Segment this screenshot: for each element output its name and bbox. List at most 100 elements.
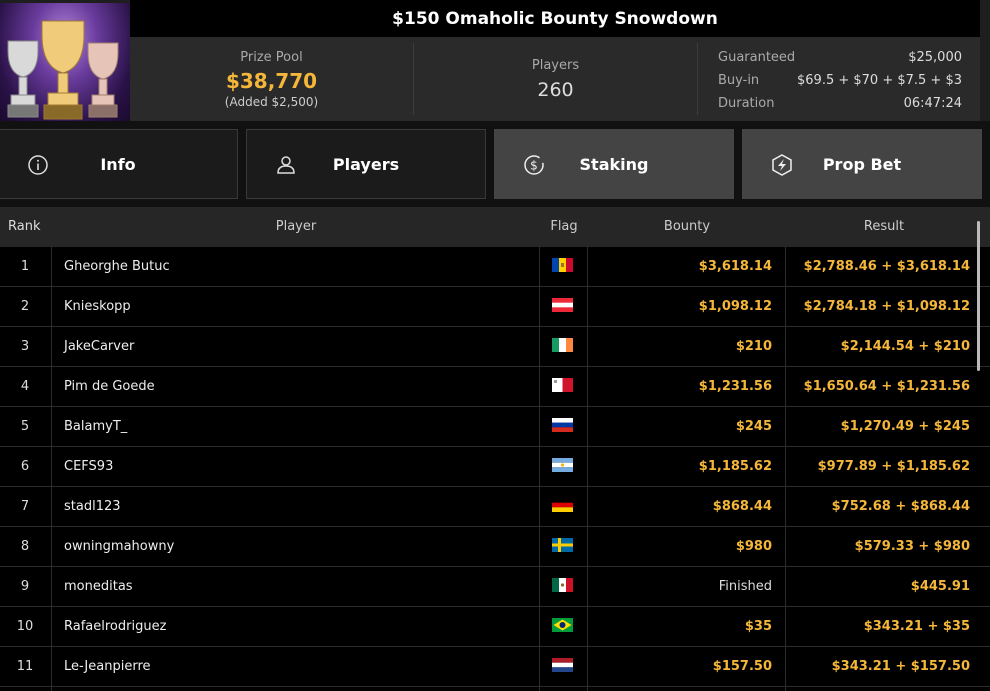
results-table: Rank Player Flag Bounty Result 1 Gheorghe… (0, 207, 990, 691)
player-name[interactable]: Rafaelrodriguez (64, 607, 534, 647)
flag-cell (540, 367, 585, 407)
table-row[interactable]: 2 Knieskopp $1,098.12 $2,784.18 + $1,098.12 (0, 287, 990, 327)
result-cell: $445.91 (910, 579, 970, 594)
detail-guaranteed: Guaranteed $25,000 (718, 50, 962, 65)
bounty-cell: $157.50 (712, 659, 772, 674)
detail-buy-in: Buy-in $69.5 + $70 + $7.5 + $3 (718, 73, 962, 88)
table-row[interactable]: 9 moneditas Finished $445.91 (0, 567, 990, 607)
rank-cell: 1 (20, 259, 30, 274)
info-strip: Prize Pool $38,770 (Added $2,500) Player… (130, 37, 980, 121)
player-name[interactable]: Pim de Goede (64, 367, 534, 407)
flag-cell (540, 407, 585, 447)
column-divider (539, 247, 540, 691)
sweden-flag-icon (552, 538, 573, 552)
player-name[interactable]: Knieskopp (64, 287, 534, 327)
column-divider (51, 247, 52, 691)
column-header-result[interactable]: Result (786, 207, 982, 247)
column-header-bounty[interactable]: Bounty (588, 207, 786, 247)
svg-text:$: $ (530, 159, 538, 173)
prize-pool: Prize Pool $38,770 (Added $2,500) (130, 37, 413, 121)
flag-cell (540, 247, 585, 287)
bounty-cell: $245 (735, 419, 772, 434)
players-value: 260 (537, 78, 574, 101)
bounty-cell: $980 (735, 539, 772, 554)
flag-cell (540, 527, 585, 567)
bounty-cell: $35 (744, 619, 772, 634)
column-divider (785, 247, 786, 691)
rank-cell: 11 (16, 659, 34, 674)
flag-cell (540, 647, 585, 687)
prop-bet-icon (772, 154, 792, 176)
bounty-cell: Finished (718, 579, 772, 594)
tab-players[interactable]: Players (246, 129, 486, 199)
trophy-image (0, 3, 130, 121)
table-row[interactable]: 6 CEFS93 $1,185.62 $977.89 + $1,185.62 (0, 447, 990, 487)
result-cell: $1,650.64 + $1,231.56 (803, 379, 970, 394)
tab-staking[interactable]: $ Staking (494, 129, 734, 199)
result-cell: $343.21 + $35 (863, 619, 970, 634)
flag-cell (540, 567, 585, 607)
result-cell: $2,144.54 + $210 (840, 339, 970, 354)
rank-cell: 8 (20, 539, 30, 554)
rank-cell: 7 (20, 499, 30, 514)
flag-cell (540, 487, 585, 527)
divider (697, 43, 698, 115)
info-icon (28, 155, 48, 175)
table-row[interactable]: 11 Le-Jeanpierre $157.50 $343.21 + $157.50 (0, 647, 990, 687)
table-row[interactable]: 10 Rafaelrodriguez $35 $343.21 + $35 (0, 607, 990, 647)
tab-info[interactable]: Info (0, 129, 238, 199)
rank-cell: 10 (16, 619, 34, 634)
player-name[interactable]: CEFS93 (64, 447, 534, 487)
table-row[interactable]: 4 Pim de Goede $1,231.56 $1,650.64 + $1,231… (0, 367, 990, 407)
tab-prop-bet[interactable]: Prop Bet (742, 129, 982, 199)
column-header-flag[interactable]: Flag (540, 207, 588, 247)
table-row[interactable]: 1 Gheorghe Butuc $3,618.14 $2,788.46 + $3,6… (0, 247, 990, 287)
rank-cell: 5 (20, 419, 30, 434)
result-cell: $579.33 + $980 (854, 539, 970, 554)
player-name[interactable]: stadl123 (64, 487, 534, 527)
table-row[interactable]: 8 owningmahowny $980 $579.33 + $980 (0, 527, 990, 567)
malta-flag-icon (552, 378, 573, 392)
column-divider (587, 247, 588, 691)
moldova-flag-icon (552, 258, 573, 272)
russia-flag-icon (552, 418, 573, 432)
table-row[interactable]: 5 BalamyT_ $245 $1,270.49 + $245 (0, 407, 990, 447)
prize-pool-label: Prize Pool (240, 49, 303, 65)
rank-cell: 4 (20, 379, 30, 394)
column-header-rank[interactable]: Rank (0, 207, 58, 247)
scrollbar-thumb[interactable] (977, 221, 980, 371)
rank-cell: 2 (20, 299, 30, 314)
player-name[interactable]: Le-Jeanpierre (64, 647, 534, 687)
rank-cell: 3 (20, 339, 30, 354)
player-name[interactable]: owningmahowny (64, 527, 534, 567)
prize-pool-value: $38,770 (225, 68, 318, 93)
result-cell: $752.68 + $868.44 (831, 499, 970, 514)
argentina-flag-icon (552, 458, 573, 472)
ireland-flag-icon (552, 338, 573, 352)
result-cell: $1,270.49 + $245 (840, 419, 970, 434)
player-name[interactable]: BalamyT_ (64, 407, 534, 447)
flag-cell (540, 447, 585, 487)
tournament-details: Guaranteed $25,000 Buy-in $69.5 + $70 + … (718, 46, 962, 115)
detail-duration: Duration 06:47:24 (718, 96, 962, 111)
mexico-flag-icon (552, 578, 573, 592)
rank-cell: 6 (20, 459, 30, 474)
prize-pool-added: (Added $2,500) (224, 94, 319, 109)
flag-cell (540, 287, 585, 327)
player-name[interactable]: moneditas (64, 567, 534, 607)
brazil-flag-icon (552, 618, 573, 632)
table-row[interactable]: 7 stadl123 $868.44 $752.68 + $868.44 (0, 487, 990, 527)
flag-cell (540, 327, 585, 367)
result-cell: $2,788.46 + $3,618.14 (803, 259, 970, 274)
table-body: 1 Gheorghe Butuc $3,618.14 $2,788.46 + $3,6… (0, 247, 990, 687)
bounty-cell: $1,231.56 (698, 379, 772, 394)
result-cell: $2,784.18 + $1,098.12 (803, 299, 970, 314)
column-header-player[interactable]: Player (52, 207, 540, 247)
player-name[interactable]: Gheorghe Butuc (64, 247, 534, 287)
flag-cell (540, 607, 585, 647)
bounty-cell: $1,185.62 (698, 459, 772, 474)
players-label: Players (531, 57, 580, 73)
bounty-cell: $3,618.14 (698, 259, 772, 274)
table-row[interactable]: 3 JakeCarver $210 $2,144.54 + $210 (0, 327, 990, 367)
player-name[interactable]: JakeCarver (64, 327, 534, 367)
